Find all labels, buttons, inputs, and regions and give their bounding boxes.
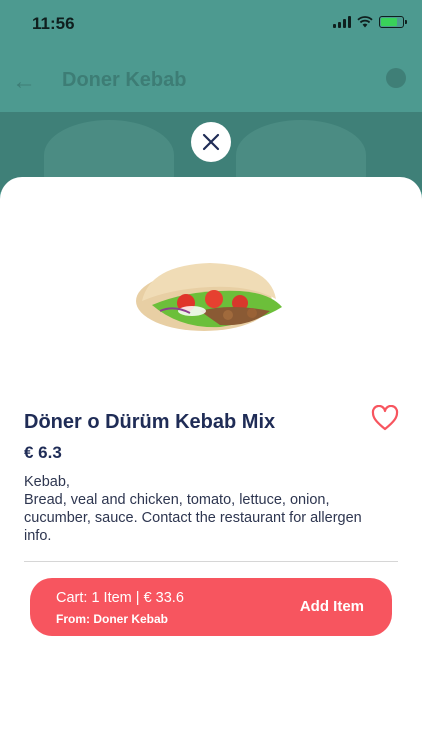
battery-icon [379,16,407,28]
description-line: Bread, veal and chicken, tomato, lettuce… [24,492,330,508]
product-price: € 6.3 [24,443,62,462]
add-item-label: Add Item [299,598,364,615]
description-line: cucumber, sauce. Contact the restaurant … [24,510,362,526]
cart-summary: Cart: 1 Item | € 33.6 [56,590,184,606]
product-description: Kebab, Bread, veal and chicken, tomato, … [24,473,404,545]
close-icon [202,133,220,151]
product-title: Döner o Dürüm Kebab Mix [24,411,276,433]
status-bar: 11:56 [0,0,422,48]
cart-restaurant: From: Doner Kebab [56,612,169,626]
divider [24,561,398,562]
close-button[interactable] [191,122,231,162]
signal-icon [333,16,351,28]
heart-icon [371,404,399,431]
description-line: info. [24,528,52,544]
kebab-image [136,263,282,331]
status-time: 11:56 [32,14,75,33]
product-sheet: Döner o Dürüm Kebab Mix € 6.3 Kebab, Bre… [0,177,422,750]
status-icons [333,16,407,28]
description-line: Kebab, [24,474,70,490]
cart-icon [386,68,406,88]
add-item-button[interactable]: Cart: 1 Item | € 33.6 From: Doner Kebab … [30,578,392,636]
back-arrow-icon: ← [12,68,36,95]
background-title: Doner Kebab [62,69,187,91]
favorite-button[interactable] [371,404,399,431]
wifi-icon [357,16,373,28]
background-header: ← Doner Kebab [0,50,422,112]
